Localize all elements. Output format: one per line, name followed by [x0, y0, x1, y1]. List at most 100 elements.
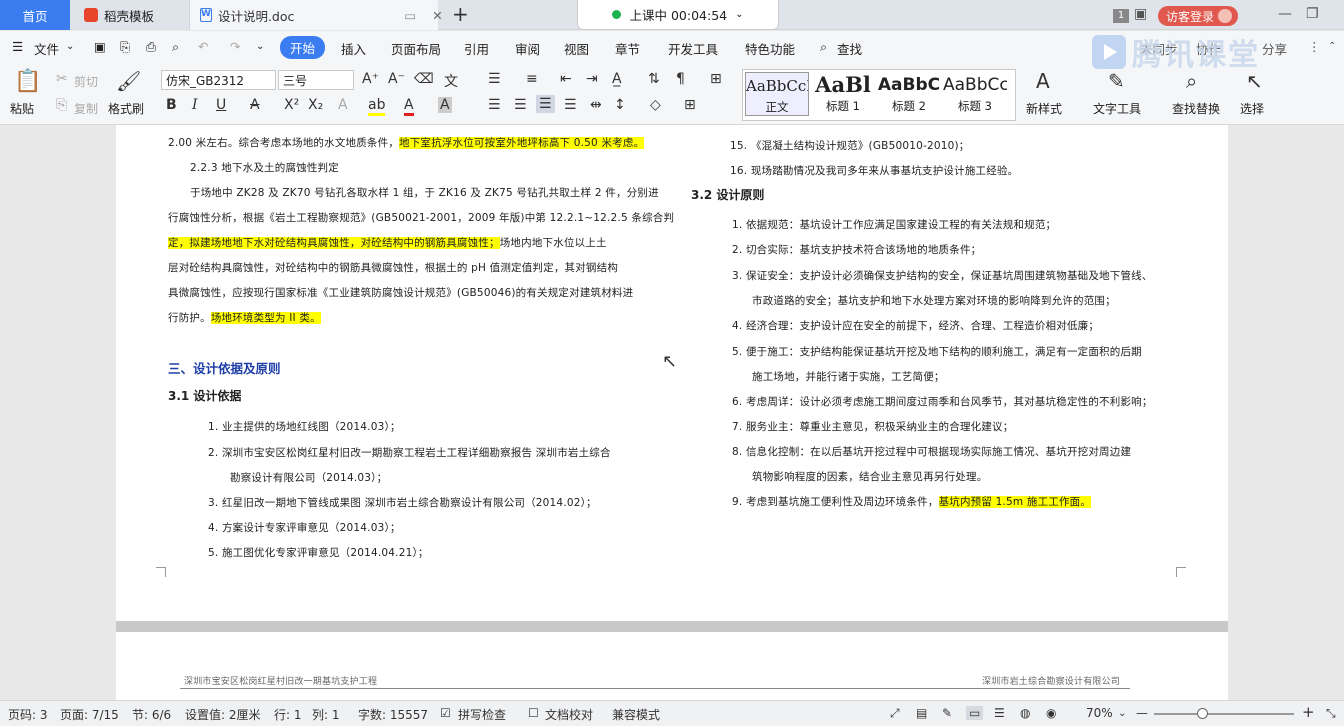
search-icon[interactable]: ⌕: [820, 39, 827, 55]
menu-insert[interactable]: 插入: [341, 39, 366, 58]
window-count-badge[interactable]: 1: [1113, 9, 1129, 23]
zoom-slider-handle[interactable]: [1197, 708, 1208, 719]
tab-pin-icon[interactable]: ▭: [404, 8, 416, 23]
read-mode-icon[interactable]: ▤: [916, 706, 927, 720]
align-left-icon[interactable]: ☰: [488, 97, 501, 113]
justify-icon[interactable]: ☰: [564, 97, 577, 113]
more-icon[interactable]: ⋮: [1308, 39, 1321, 54]
text-tools-button[interactable]: 文字工具: [1093, 100, 1141, 117]
char-shading-icon[interactable]: A: [438, 97, 452, 113]
menu-developer[interactable]: 开发工具: [668, 39, 718, 58]
underline-icon[interactable]: U: [216, 97, 226, 113]
outline-view-icon[interactable]: ☰: [994, 706, 1005, 720]
status-col[interactable]: 列: 1: [312, 706, 340, 723]
line-spacing-icon[interactable]: ↕: [614, 97, 626, 113]
status-setting[interactable]: 设置值: 2厘米: [185, 706, 261, 723]
new-tab-icon[interactable]: +: [452, 2, 469, 26]
page-view-icon[interactable]: ▭: [966, 706, 984, 720]
status-words[interactable]: 字数: 15557: [358, 706, 428, 723]
status-section[interactable]: 节: 6/6: [132, 706, 171, 723]
align-center-icon[interactable]: ☰: [514, 97, 527, 113]
edit-mode-icon[interactable]: ✎: [942, 706, 952, 720]
format-painter-icon[interactable]: 🖌: [116, 69, 141, 93]
print-icon[interactable]: ⎙: [146, 39, 156, 55]
spell-check-icon[interactable]: ☑: [440, 706, 451, 720]
text-effect-icon[interactable]: A: [338, 97, 348, 113]
highlight-icon[interactable]: ab: [368, 97, 386, 116]
font-size-select[interactable]: 三号: [278, 70, 354, 90]
menu-view[interactable]: 视图: [564, 39, 589, 58]
sort-icon[interactable]: ⇅: [648, 71, 660, 87]
live-class-indicator[interactable]: 上课中 00:04:54 ⌄: [577, 0, 779, 30]
font-color-icon[interactable]: A: [404, 97, 414, 116]
cut-icon[interactable]: ✂: [56, 71, 68, 87]
skin-icon[interactable]: ▣: [1134, 6, 1147, 22]
bold-icon[interactable]: B: [166, 97, 177, 113]
subscript-icon[interactable]: X₂: [308, 97, 323, 113]
fill-icon[interactable]: ◇: [650, 97, 661, 113]
shrink-font-icon[interactable]: A⁻: [388, 71, 405, 87]
tab-home[interactable]: 首页: [0, 0, 70, 30]
menu-layout[interactable]: 页面布局: [391, 39, 441, 58]
copy-button[interactable]: 复制: [74, 100, 98, 117]
font-name-select[interactable]: 仿宋_GB2312: [161, 70, 276, 90]
undo-icon[interactable]: ↶: [198, 39, 208, 54]
superscript-icon[interactable]: X²: [284, 97, 299, 113]
increase-indent-icon[interactable]: ⇥: [586, 71, 598, 87]
eye-protect-icon[interactable]: ◉: [1046, 706, 1056, 720]
chinese-layout-icon[interactable]: A̲: [612, 71, 622, 87]
proofread-icon[interactable]: ☐: [528, 706, 539, 720]
status-page[interactable]: 页码: 3: [8, 706, 48, 723]
bullets-icon[interactable]: ☰: [488, 71, 501, 87]
decrease-indent-icon[interactable]: ⇤: [560, 71, 572, 87]
italic-icon[interactable]: I: [192, 97, 198, 113]
save-icon[interactable]: ▣: [94, 39, 106, 54]
align-right-icon[interactable]: ☰: [536, 95, 555, 113]
style-heading2[interactable]: AaBbC 标题 2: [877, 72, 941, 114]
collapse-ribbon-icon[interactable]: ⌃: [1328, 41, 1336, 52]
tab-document[interactable]: W 设计说明.doc ▭ ✕: [190, 0, 443, 30]
menu-section[interactable]: 章节: [615, 39, 640, 58]
status-row[interactable]: 行: 1: [274, 706, 302, 723]
fullscreen-icon[interactable]: ⤢: [890, 706, 900, 721]
status-pages[interactable]: 页面: 7/15: [60, 706, 119, 723]
fit-page-icon[interactable]: ⤡: [1326, 706, 1336, 721]
zoom-out-icon[interactable]: —: [1136, 706, 1148, 720]
tab-template[interactable]: 稻壳模板: [72, 0, 190, 30]
new-style-button[interactable]: 新样式: [1026, 100, 1062, 117]
find-replace-button[interactable]: 查找替换: [1172, 100, 1220, 117]
menu-search[interactable]: 查找: [837, 39, 862, 58]
menu-home[interactable]: 开始: [280, 36, 326, 59]
restore-icon[interactable]: ❐: [1306, 6, 1319, 22]
paste-button[interactable]: 粘贴: [10, 100, 34, 117]
numbering-icon[interactable]: ≡: [526, 71, 538, 87]
paste-icon[interactable]: 📋: [14, 69, 41, 94]
document-page[interactable]: 2.00 米左右。综合考虑本场地的水文地质条件，地下室抗浮水位可按室外地坪标高下…: [116, 125, 1228, 621]
redo-icon[interactable]: ↷: [230, 39, 240, 54]
output-icon[interactable]: ⎘: [120, 39, 130, 55]
minimize-icon[interactable]: —: [1278, 6, 1292, 22]
cut-button[interactable]: 剪切: [74, 73, 98, 90]
distribute-icon[interactable]: ⇹: [590, 97, 602, 113]
menu-features[interactable]: 特色功能: [745, 39, 795, 58]
zoom-slider[interactable]: [1154, 713, 1294, 715]
strikethrough-icon[interactable]: A: [250, 97, 260, 113]
menu-references[interactable]: 引用: [464, 39, 489, 58]
select-button[interactable]: 选择: [1240, 100, 1264, 117]
show-marks-icon[interactable]: ¶: [676, 71, 685, 87]
web-view-icon[interactable]: ◍: [1020, 706, 1030, 720]
style-heading3[interactable]: AaBbCc 标题 3: [943, 72, 1007, 114]
menu-review[interactable]: 审阅: [515, 39, 540, 58]
new-style-icon[interactable]: A: [1036, 69, 1050, 93]
visitor-login-button[interactable]: 访客登录: [1158, 6, 1238, 26]
copy-icon[interactable]: ⎘: [56, 97, 67, 113]
zoom-level[interactable]: 70%: [1086, 706, 1113, 720]
clear-format-icon[interactable]: ⌫: [414, 71, 434, 87]
close-icon[interactable]: ✕: [432, 8, 442, 23]
preview-icon[interactable]: ⌕: [172, 39, 179, 55]
chevron-down-icon[interactable]: ⌄: [1118, 708, 1126, 719]
style-heading1[interactable]: AaBl 标题 1: [811, 72, 875, 114]
border-icon[interactable]: ⊞: [684, 97, 696, 113]
grow-font-icon[interactable]: A⁺: [362, 71, 379, 87]
spell-check-button[interactable]: 拼写检查: [458, 706, 506, 723]
